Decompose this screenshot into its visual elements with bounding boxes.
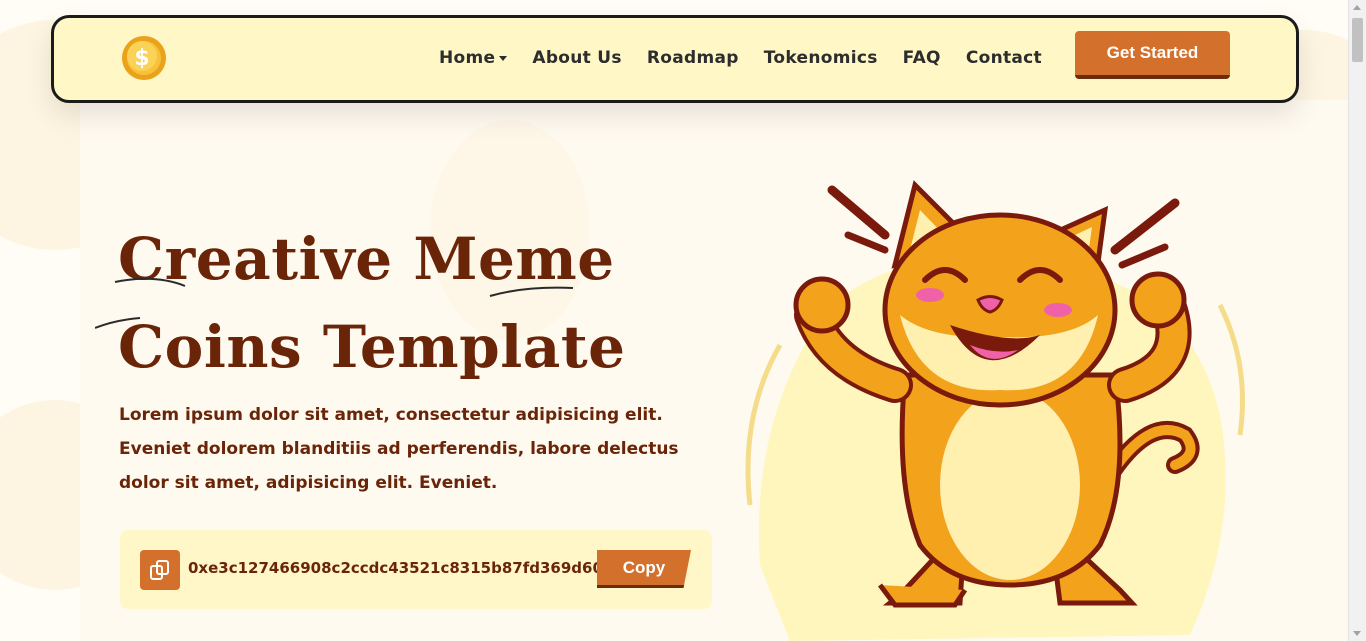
chevron-down-icon — [499, 55, 508, 61]
nav-faq[interactable]: FAQ — [903, 48, 941, 68]
nav-faq-label: FAQ — [902, 48, 941, 68]
nav-roadmap-label: Roadmap — [646, 48, 739, 68]
nav-about-label: About Us — [532, 48, 622, 68]
main-nav: Home About Us Roadmap Tokenomics FAQ Con… — [439, 48, 1067, 68]
nav-tokenomics[interactable]: Tokenomics — [764, 48, 878, 68]
scroll-up-arrow[interactable] — [1353, 5, 1361, 10]
scroll-thumb[interactable] — [1352, 18, 1363, 62]
get-started-button[interactable]: Get Started — [1075, 31, 1230, 79]
nav-tokenomics-label: Tokenomics — [763, 48, 878, 68]
nav-about-us[interactable]: About Us — [532, 48, 621, 68]
copy-icon[interactable] — [140, 550, 180, 590]
hero-description: Lorem ipsum dolor sit amet, consectetur … — [119, 405, 679, 493]
navbar: $ Home About Us Roadmap Tokenomics FAQ C… — [51, 15, 1299, 103]
nav-contact[interactable]: Contact — [966, 48, 1042, 68]
nav-roadmap[interactable]: Roadmap — [647, 48, 739, 68]
nav-home-label: Home — [439, 48, 496, 68]
contract-address-box: 0xe3c127466908c2ccdc43521c8315b87fd369d6… — [120, 530, 712, 609]
page-scrollbar[interactable] — [1348, 0, 1366, 641]
contract-address-text: 0xe3c127466908c2ccdc43521c8315b87fd369d6… — [188, 559, 614, 577]
svg-text:$: $ — [134, 46, 149, 71]
nav-home[interactable]: Home — [439, 48, 508, 68]
copy-button[interactable]: Copy — [597, 550, 691, 588]
scroll-down-arrow[interactable] — [1353, 631, 1361, 636]
title-swash-decoration — [95, 277, 574, 329]
nav-contact-label: Contact — [965, 48, 1042, 68]
cheering-cat-mascot — [745, 180, 1245, 641]
dollar-coin-icon[interactable]: $ — [121, 35, 167, 81]
